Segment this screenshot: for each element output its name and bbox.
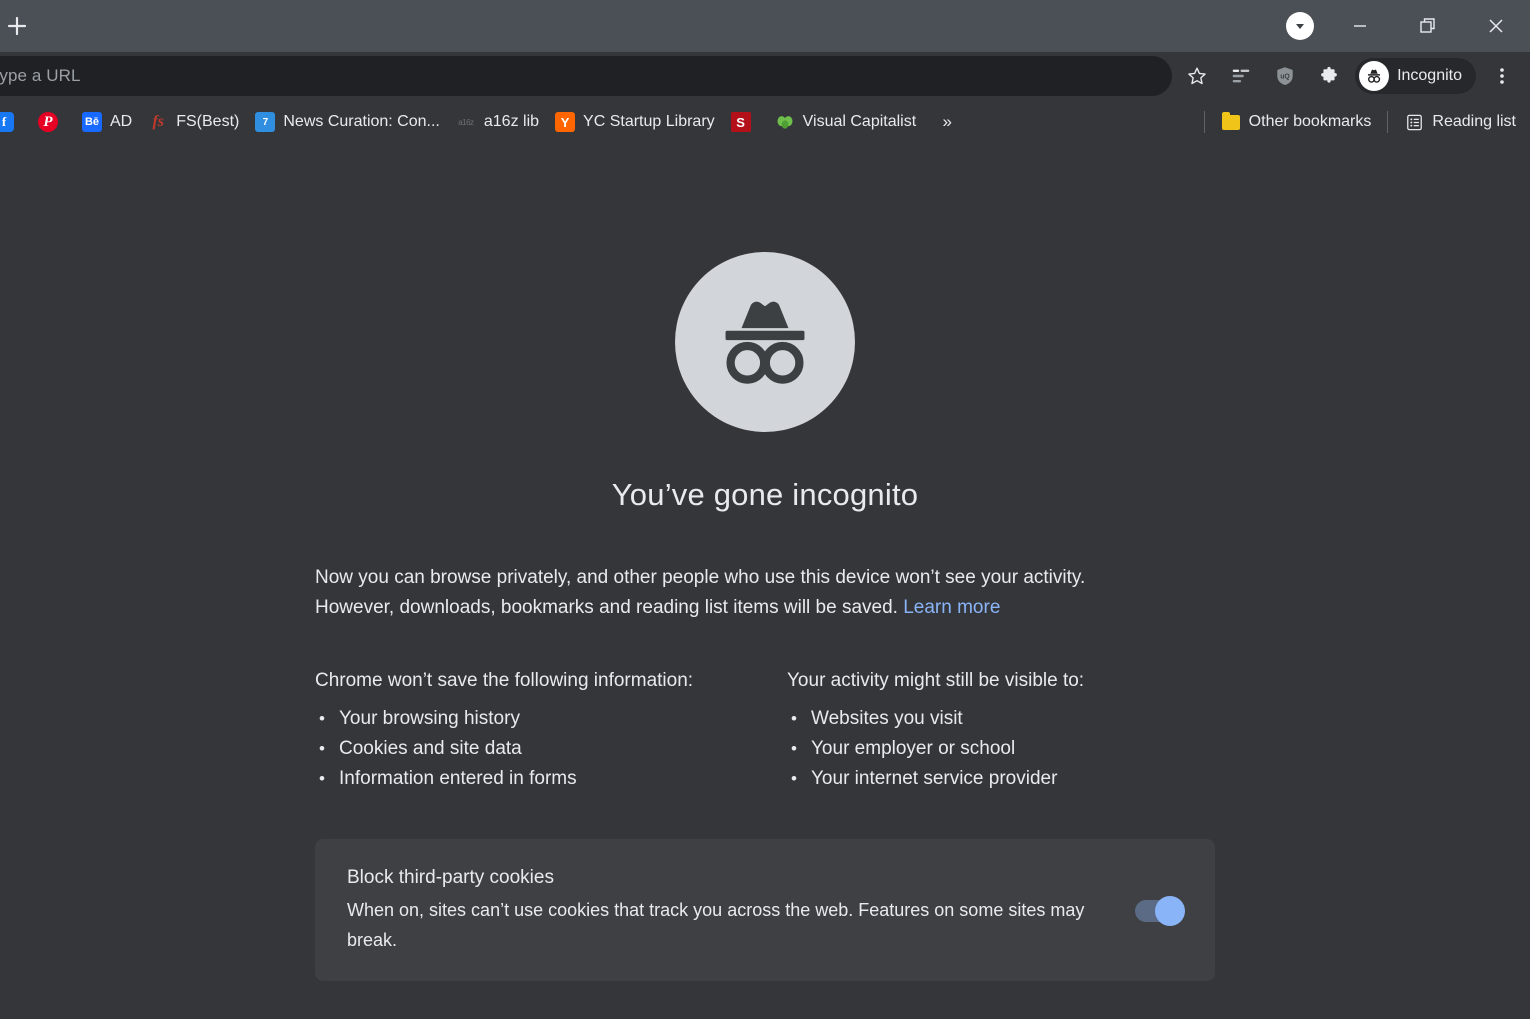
reading-list-button[interactable]: Reading list xyxy=(1396,107,1524,137)
maximize-button[interactable] xyxy=(1394,0,1462,52)
page-title: You’ve gone incognito xyxy=(611,477,919,512)
plus-icon xyxy=(7,16,27,36)
page-content: You’ve gone incognito Now you can browse… xyxy=(315,144,1215,981)
other-bookmarks-label: Other bookmarks xyxy=(1248,113,1372,130)
list-item: Your internet service provider xyxy=(791,764,1215,794)
scribd-icon: S xyxy=(730,112,751,132)
toolbar-icons: uQ Incognito xyxy=(1175,52,1524,100)
incognito-avatar-icon xyxy=(1359,61,1390,91)
reading-list-icon xyxy=(1404,112,1424,132)
svg-text:uQ: uQ xyxy=(1280,73,1290,80)
intro-paragraph: Now you can browse privately, and other … xyxy=(315,563,1215,623)
star-icon xyxy=(1188,67,1206,85)
intro-line-2: However, downloads, bookmarks and readin… xyxy=(315,597,904,618)
chrome-menu-button[interactable] xyxy=(1480,54,1524,98)
a16z-icon: a16z xyxy=(458,117,474,127)
address-bar[interactable]: e or type a URL xyxy=(0,56,1172,96)
bookmark-star-button[interactable] xyxy=(1175,54,1219,98)
column-heading: Your activity might still be visible to: xyxy=(787,670,1085,691)
folder-icon xyxy=(1221,112,1241,132)
browser-toolbar: e or type a URL uQ xyxy=(0,52,1530,100)
three-dot-menu-icon xyxy=(1500,68,1504,84)
column-visible-to: Your activity might still be visible to:… xyxy=(787,670,1215,794)
close-button[interactable] xyxy=(1462,0,1530,52)
profile-button-incognito[interactable]: Incognito xyxy=(1355,58,1476,94)
learn-more-link[interactable]: Learn more xyxy=(903,597,1000,618)
bookmark-label: FS(Best) xyxy=(176,113,240,130)
new-tab-button[interactable] xyxy=(0,5,38,47)
card-heading: Block third-party cookies xyxy=(347,867,554,888)
block-third-party-cookies-card: Block third-party cookies When on, sites… xyxy=(315,839,1215,981)
block-cookies-toggle[interactable] xyxy=(1135,896,1185,926)
window-controls xyxy=(1274,0,1530,52)
ycombinator-icon: Y xyxy=(555,112,576,132)
bookmark-item-a16z-lib[interactable]: a16z a16z lib xyxy=(448,107,547,137)
reading-list-icon xyxy=(1232,69,1250,83)
puzzle-icon xyxy=(1321,66,1337,83)
divider xyxy=(1387,111,1389,133)
intro-line-1: Now you can browse privately, and other … xyxy=(315,567,1086,588)
column-wont-save: Chrome won’t save the following informat… xyxy=(315,670,787,794)
minimize-icon xyxy=(1354,25,1366,27)
list-item: Your browsing history xyxy=(319,704,787,734)
column-list: Websites you visit Your employer or scho… xyxy=(787,704,1215,794)
bookmark-label: AD xyxy=(110,113,133,130)
fs-icon: fs xyxy=(152,113,165,130)
chevron-down-icon xyxy=(1286,12,1314,40)
pinterest-icon: P xyxy=(38,112,58,132)
tab-search-button[interactable] xyxy=(1274,0,1326,52)
incognito-new-tab-page: You’ve gone incognito Now you can browse… xyxy=(0,144,1530,1019)
toggle-knob xyxy=(1155,896,1185,926)
tab-strip xyxy=(0,0,1530,52)
card-text: Block third-party cookies When on, sites… xyxy=(347,867,1115,955)
divider xyxy=(1203,111,1205,133)
bookmark-item[interactable]: S xyxy=(723,107,767,137)
calendar-icon: 7 xyxy=(255,112,276,132)
bookmarks-overflow-button[interactable]: » xyxy=(932,107,962,137)
bookmark-item-visual-capitalist[interactable]: Visual Capitalist xyxy=(767,107,925,137)
bookmark-label: Visual Capitalist xyxy=(802,113,917,130)
column-heading: Chrome won’t save the following informat… xyxy=(315,670,694,691)
ublock-origin-button[interactable]: uQ xyxy=(1263,54,1307,98)
bookmark-item[interactable]: f xyxy=(0,107,30,137)
profile-label: Incognito xyxy=(1397,67,1462,84)
bookmark-item[interactable]: P xyxy=(30,107,74,137)
close-icon xyxy=(1489,19,1503,33)
shield-icon: uQ xyxy=(1277,67,1293,85)
reading-list-button[interactable] xyxy=(1219,54,1263,98)
restore-icon xyxy=(1420,18,1435,33)
incognito-hero-icon xyxy=(675,252,855,432)
behance-icon: Bē xyxy=(82,112,102,132)
bookmarks-bar-right: Other bookmarks Reading list xyxy=(1196,107,1524,137)
bookmark-item-fs-best[interactable]: fs FS(Best) xyxy=(140,107,247,137)
bookmark-label: YC Startup Library xyxy=(583,113,715,130)
bookmark-label: News Curation: Con... xyxy=(283,113,440,130)
bookmarks-bar: f P Bē AD fs FS(Best) 7 News Curation: C… xyxy=(0,100,1530,144)
bookmark-item-yc-startup-library[interactable]: Y YC Startup Library xyxy=(547,107,723,137)
card-description: When on, sites can’t use cookies that tr… xyxy=(347,900,1085,950)
info-columns: Chrome won’t save the following informat… xyxy=(315,670,1215,794)
list-item: Cookies and site data xyxy=(319,734,787,764)
reading-list-label: Reading list xyxy=(1432,113,1516,130)
list-item: Information entered in forms xyxy=(319,764,787,794)
column-list: Your browsing history Cookies and site d… xyxy=(315,704,787,794)
visual-capitalist-icon xyxy=(775,112,795,132)
address-bar-placeholder: e or type a URL xyxy=(0,66,81,85)
bookmark-item-news-curation[interactable]: 7 News Curation: Con... xyxy=(247,107,448,137)
minimize-button[interactable] xyxy=(1326,0,1394,52)
bookmark-label: a16z lib xyxy=(483,113,540,130)
hero-icon-wrap xyxy=(315,252,1215,432)
list-item: Your employer or school xyxy=(791,734,1215,764)
other-bookmarks-button[interactable]: Other bookmarks xyxy=(1213,107,1380,137)
extensions-button[interactable] xyxy=(1307,54,1351,98)
bookmark-item-ad[interactable]: Bē AD xyxy=(74,107,140,137)
facebook-icon: f xyxy=(0,112,14,132)
list-item: Websites you visit xyxy=(791,704,1215,734)
